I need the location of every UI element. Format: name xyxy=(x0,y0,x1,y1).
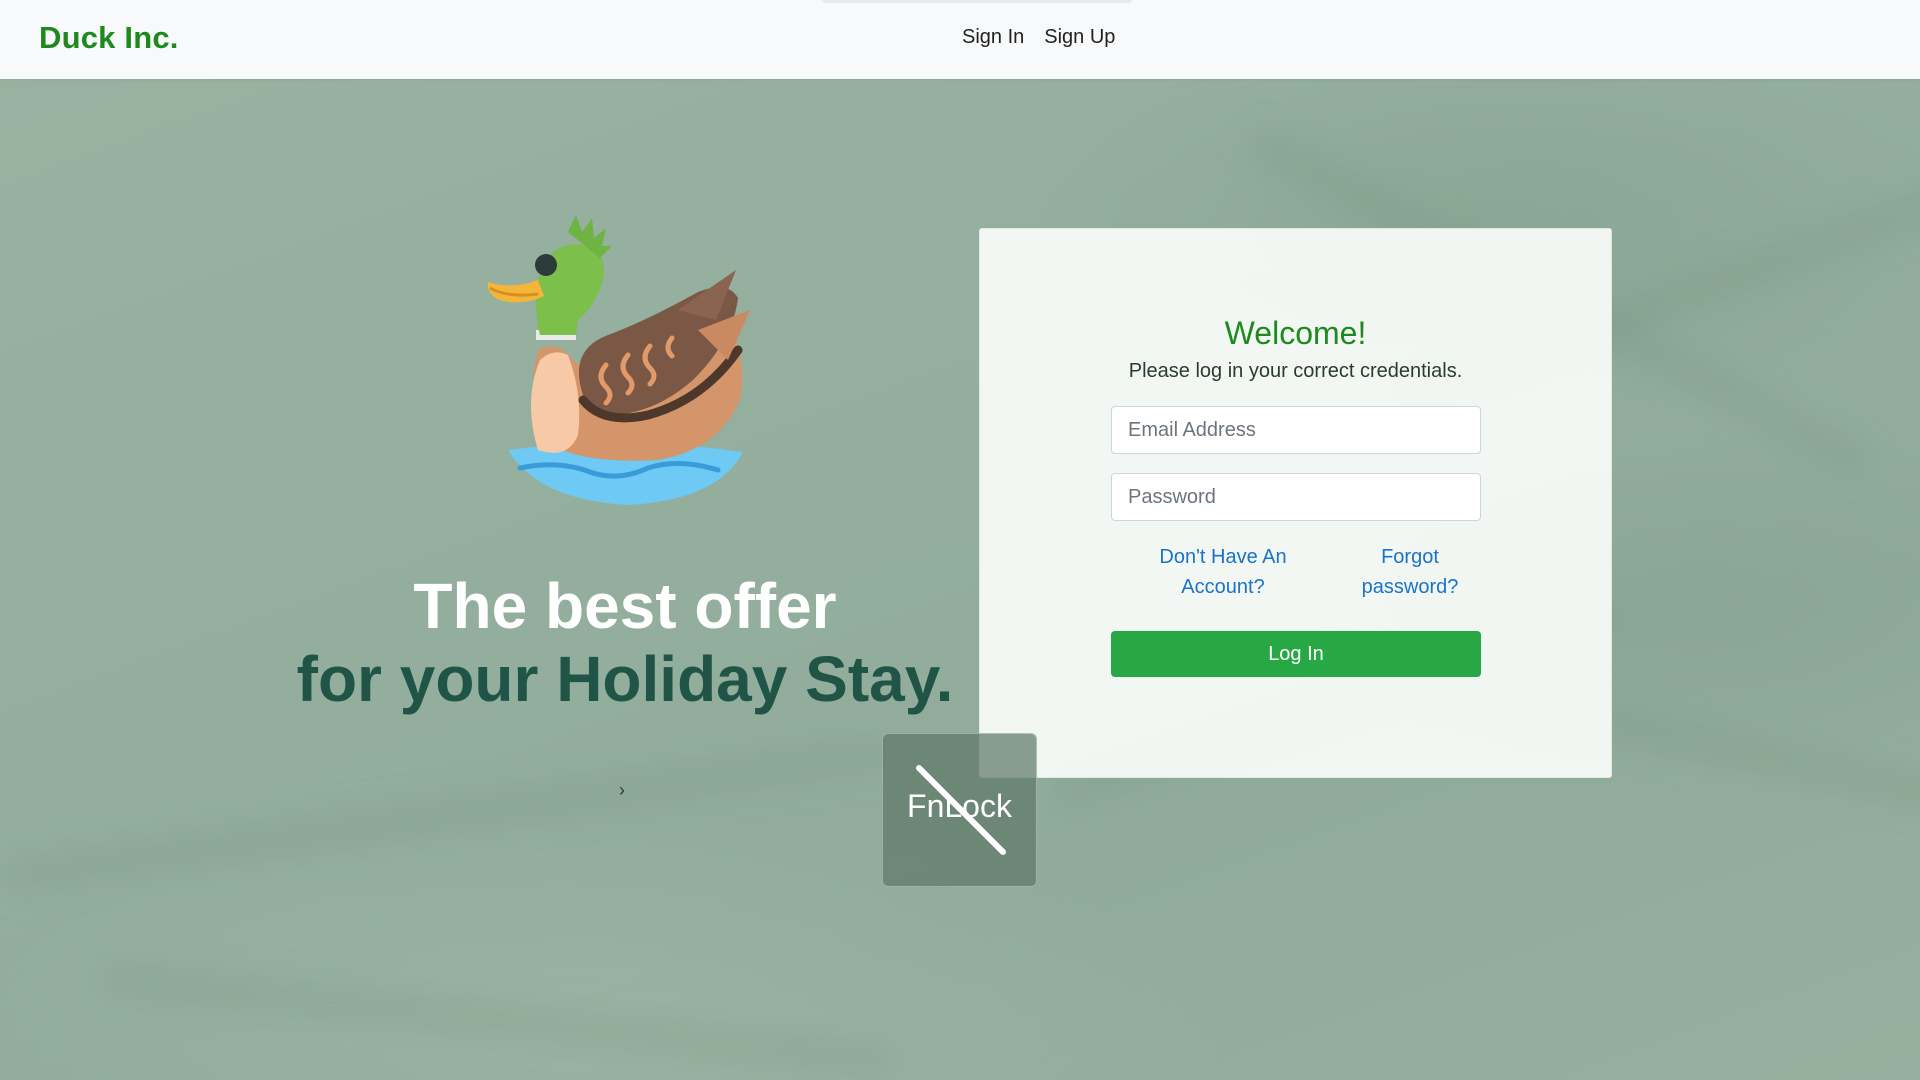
login-button[interactable]: Log In xyxy=(1111,631,1481,677)
login-card: Welcome! Please log in your correct cred… xyxy=(979,228,1612,778)
brand-logo[interactable]: Duck Inc. xyxy=(39,20,179,56)
fnlock-overlay: FnLock xyxy=(882,733,1037,887)
hero-heading: The best offer for your Holiday Stay. xyxy=(225,570,1025,716)
signup-link[interactable]: Don't Have An Account? xyxy=(1143,542,1303,602)
nav-sign-in-link[interactable]: Sign In xyxy=(962,26,1024,49)
email-field[interactable] xyxy=(1111,406,1481,454)
nav-sign-up-link[interactable]: Sign Up xyxy=(1044,26,1115,49)
login-title: Welcome! xyxy=(1224,315,1367,351)
chevron-right-icon[interactable]: › xyxy=(619,780,625,801)
hero-heading-line1: The best offer xyxy=(413,570,837,642)
hero-heading-line2: for your Holiday Stay. xyxy=(296,643,954,715)
top-tab-handle xyxy=(822,0,1132,3)
top-navbar: Duck Inc. Sign In Sign Up xyxy=(0,0,1920,79)
login-subtitle: Please log in your correct credentials. xyxy=(1128,360,1463,382)
forgot-password-link[interactable]: Forgot password? xyxy=(1340,542,1480,602)
duck-illustration xyxy=(487,215,750,505)
password-field[interactable] xyxy=(1111,473,1481,521)
fnlock-disabled-icon xyxy=(916,765,1006,855)
nav-links: Sign In Sign Up xyxy=(962,26,1115,49)
